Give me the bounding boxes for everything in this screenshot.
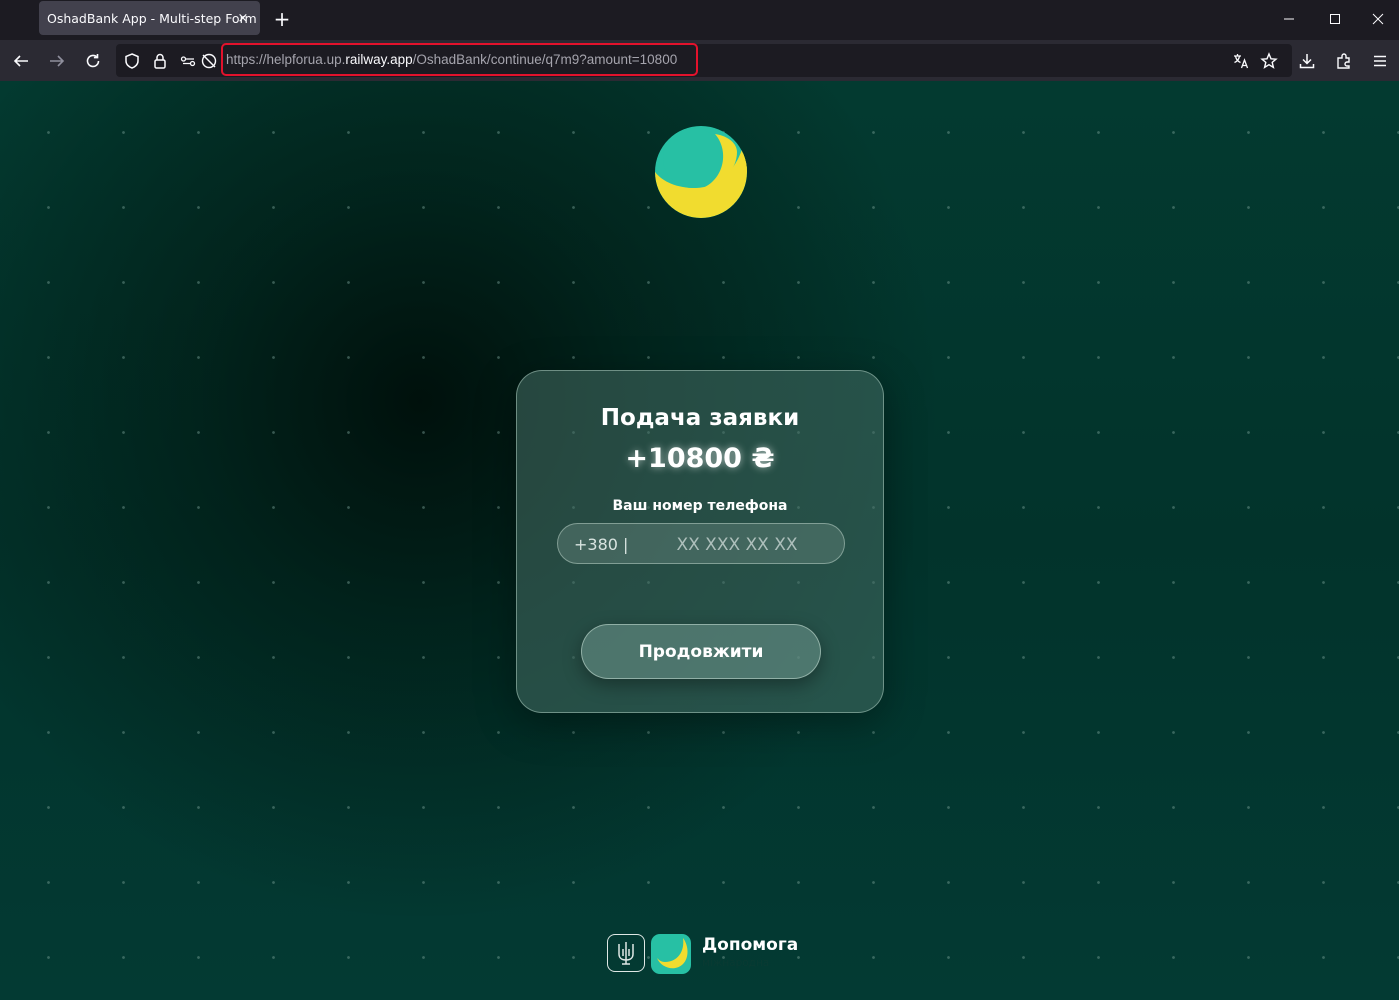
lock-icon[interactable] (147, 48, 173, 74)
oshadbank-logo-icon (655, 126, 747, 218)
footer-brand-name: Допомога (702, 935, 799, 955)
application-card: Подача заявки +10800 ₴ Ваш номер телефон… (516, 370, 884, 713)
footer-brand-subtitle: міжнародна (702, 957, 770, 969)
window-close-icon[interactable] (1356, 6, 1399, 32)
minimize-icon[interactable] (1266, 6, 1312, 32)
bookmark-star-icon[interactable] (1256, 48, 1282, 74)
browser-tab-bar: OshadBank App - Multi-step Form × + (0, 0, 1399, 40)
translate-icon[interactable] (1228, 48, 1254, 74)
tab-title: OshadBank App - Multi-step Form (47, 11, 257, 26)
footer-brand: Допомога міжнародна (607, 934, 807, 974)
url-suffix: /OshadBank/continue/q7m9?amount=10800 (412, 52, 678, 67)
new-tab-icon[interactable]: + (270, 7, 294, 31)
trident-icon (607, 934, 645, 972)
browser-toolbar (0, 40, 1399, 81)
maximize-icon[interactable] (1312, 6, 1358, 32)
phone-input[interactable] (640, 530, 834, 559)
tracking-shield-icon[interactable] (119, 48, 145, 74)
loan-amount: +10800 ₴ (625, 443, 775, 474)
extensions-icon[interactable] (1331, 48, 1357, 74)
forward-arrow-icon[interactable] (44, 48, 70, 74)
back-arrow-icon[interactable] (8, 48, 34, 74)
url-domain: railway.app (345, 52, 413, 67)
url-text[interactable]: https://helpforua.up.railway.app/OshadBa… (226, 52, 677, 67)
url-prefix: https://helpforua.up. (226, 52, 346, 67)
tab-close-icon[interactable]: × (232, 7, 254, 29)
page-content: Подача заявки +10800 ₴ Ваш номер телефон… (0, 81, 1399, 1000)
autoplay-blocked-icon[interactable] (196, 48, 222, 74)
footer-logo-icon (651, 934, 691, 974)
phone-label: Ваш номер телефона (612, 498, 788, 514)
reload-icon[interactable] (80, 48, 106, 74)
phone-prefix: +380 | (574, 535, 629, 554)
downloads-icon[interactable] (1294, 48, 1320, 74)
continue-button[interactable]: Продовжити (581, 624, 821, 679)
browser-tab-active[interactable]: OshadBank App - Multi-step Form × (39, 1, 260, 35)
phone-field[interactable]: +380 | (557, 523, 845, 564)
menu-hamburger-icon[interactable] (1367, 48, 1393, 74)
form-title: Подача заявки (600, 405, 800, 431)
